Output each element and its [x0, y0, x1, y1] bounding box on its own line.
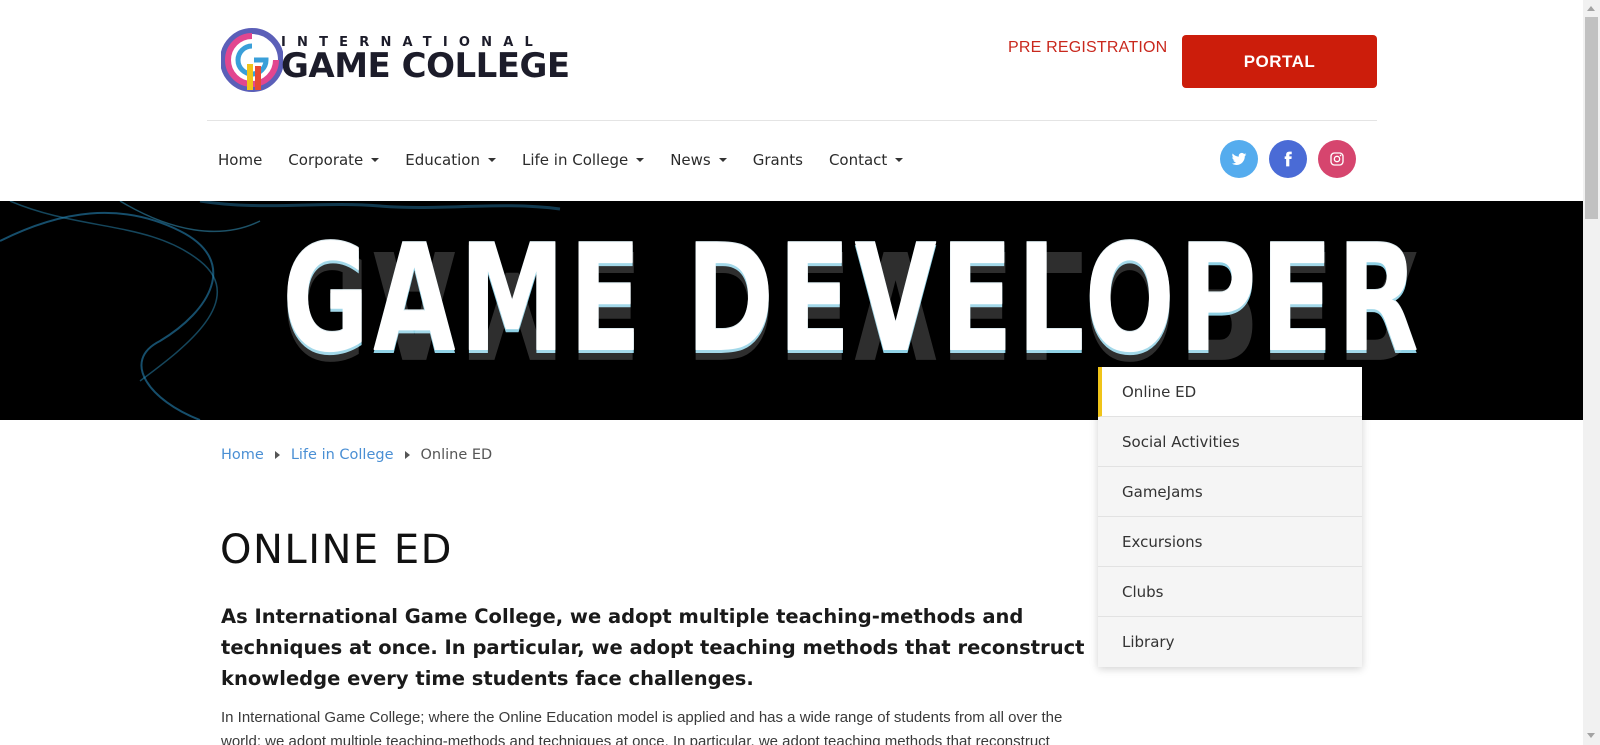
- caret-down-icon: [895, 158, 904, 162]
- nav-item-contact[interactable]: Contact: [828, 147, 904, 173]
- main-nav: Home Corporate Education Life in College…: [218, 147, 929, 173]
- vertical-scrollbar[interactable]: [1583, 0, 1600, 745]
- logo-emblem-icon: [221, 28, 283, 92]
- logo[interactable]: INTERNATIONAL GAME COLLEGE: [221, 26, 577, 94]
- body-paragraph: In International Game College; where the…: [221, 709, 1063, 745]
- caret-down-icon: [718, 158, 727, 162]
- logo-text-main: GAME COLLEGE: [281, 46, 570, 86]
- page-title: ONLINE ED: [220, 527, 453, 573]
- breadcrumb-life-in-college[interactable]: Life in College: [291, 447, 394, 463]
- nav-label: News: [670, 151, 711, 169]
- nav-label: Home: [218, 151, 263, 169]
- facebook-icon: [1284, 151, 1292, 167]
- nav-label: Grants: [752, 151, 803, 169]
- side-menu-item-social-activities[interactable]: Social Activities: [1098, 417, 1362, 467]
- side-menu: Online ED Social Activities GameJams Exc…: [1098, 367, 1362, 667]
- breadcrumb-current: Online ED: [420, 447, 493, 463]
- nav-label: Contact: [828, 151, 888, 169]
- breadcrumb: Home Life in College Online ED: [221, 447, 492, 463]
- lead-paragraph: As International Game College, we adopt …: [221, 605, 1085, 690]
- nav-item-home[interactable]: Home: [218, 147, 262, 173]
- nav-item-education[interactable]: Education: [405, 147, 496, 173]
- scrollbar-thumb[interactable]: [1585, 17, 1598, 219]
- nav-item-life-in-college[interactable]: Life in College: [521, 147, 645, 173]
- pre-registration-link[interactable]: PRE REGISTRATION: [1008, 39, 1167, 57]
- caret-down-icon: [371, 158, 380, 162]
- side-menu-item-excursions[interactable]: Excursions: [1098, 517, 1362, 567]
- nav-item-corporate[interactable]: Corporate: [288, 147, 380, 173]
- caret-down-icon: [487, 158, 496, 162]
- side-menu-item-clubs[interactable]: Clubs: [1098, 567, 1362, 617]
- header-divider: [207, 120, 1377, 121]
- nav-label: Corporate: [288, 151, 364, 169]
- banner-title-reflection: GAME DEVELOPER: [282, 217, 1423, 389]
- nav-item-news[interactable]: News: [670, 147, 727, 173]
- portal-button[interactable]: PORTAL: [1182, 35, 1377, 88]
- twitter-button[interactable]: [1220, 140, 1258, 178]
- twitter-icon: [1231, 152, 1247, 165]
- breadcrumb-separator-icon: [274, 451, 280, 459]
- instagram-icon: [1330, 152, 1344, 166]
- side-menu-item-online-ed[interactable]: Online ED: [1098, 367, 1362, 417]
- breadcrumb-separator-icon: [404, 451, 410, 459]
- side-menu-item-gamejams[interactable]: GameJams: [1098, 467, 1362, 517]
- breadcrumb-home[interactable]: Home: [221, 447, 264, 463]
- instagram-button[interactable]: [1318, 140, 1356, 178]
- nav-label: Life in College: [521, 151, 629, 169]
- scroll-down-arrow-icon[interactable]: [1587, 733, 1595, 738]
- side-menu-item-library[interactable]: Library: [1098, 617, 1362, 667]
- scroll-up-arrow-icon[interactable]: [1587, 6, 1595, 11]
- page: INTERNATIONAL GAME COLLEGE PRE REGISTRAT…: [0, 0, 1583, 745]
- facebook-button[interactable]: [1269, 140, 1307, 178]
- nav-label: Education: [405, 151, 480, 169]
- nav-item-grants[interactable]: Grants: [753, 147, 803, 173]
- caret-down-icon: [636, 158, 645, 162]
